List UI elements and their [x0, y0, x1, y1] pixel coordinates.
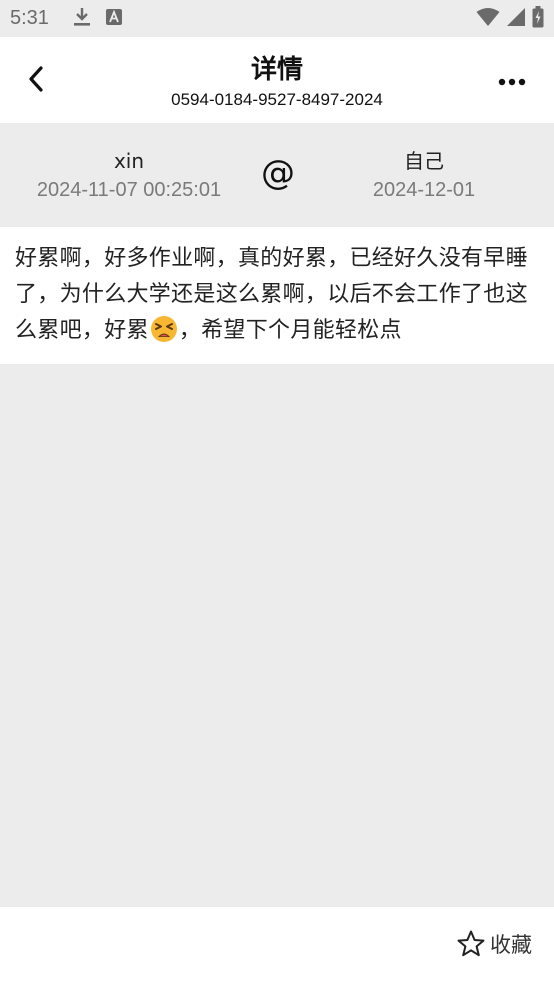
message-text: 好累啊，好多作业啊，真的好累，已经好久没有早睡了，为什么大学还是这么累啊，以后不… — [15, 241, 540, 349]
sender-info: xin 2024-11-07 00:25:01 — [20, 149, 238, 202]
favorite-label: 收藏 — [490, 933, 532, 957]
download-icon — [73, 7, 91, 31]
signal-icon — [506, 7, 526, 31]
message-info-row: xin 2024-11-07 00:25:01 @ 自己 2024-12-01 — [0, 123, 554, 227]
app-notification-icon — [105, 8, 123, 30]
status-notification-icons — [73, 7, 123, 31]
status-system-icons — [476, 5, 544, 32]
recipient-name: 自己 — [404, 149, 444, 173]
recipient-date: 2024-12-01 — [372, 179, 476, 201]
star-icon — [457, 930, 485, 957]
bottom-action-bar: 收藏 — [0, 907, 554, 984]
page-subtitle-code: 0594-0184-9527-8497-2024 — [171, 90, 383, 109]
sender-date: 2024-11-07 00:25:01 — [36, 179, 222, 201]
status-bar: 5:31 — [0, 0, 554, 37]
status-time: 5:31 — [10, 7, 49, 29]
header: 详情 0594-0184-9527-8497-2024 — [0, 37, 554, 123]
message-content: 好累啊，好多作业啊，真的好累，已经好久没有早睡了，为什么大学还是这么累啊，以后不… — [0, 227, 554, 364]
favorite-button[interactable]: 收藏 — [456, 929, 532, 959]
page-title: 详情 — [250, 55, 303, 85]
sender-name: xin — [113, 149, 145, 173]
more-options-button[interactable] — [494, 67, 530, 97]
tired-face-emoji-icon — [150, 315, 178, 343]
at-icon: @ — [261, 153, 295, 193]
recipient-info: 自己 2024-12-01 — [324, 149, 524, 202]
wifi-icon — [476, 7, 500, 31]
more-dots-icon — [498, 78, 526, 86]
message-text-part2: ，希望下个月能轻松点 — [178, 318, 402, 343]
battery-icon — [532, 5, 544, 32]
